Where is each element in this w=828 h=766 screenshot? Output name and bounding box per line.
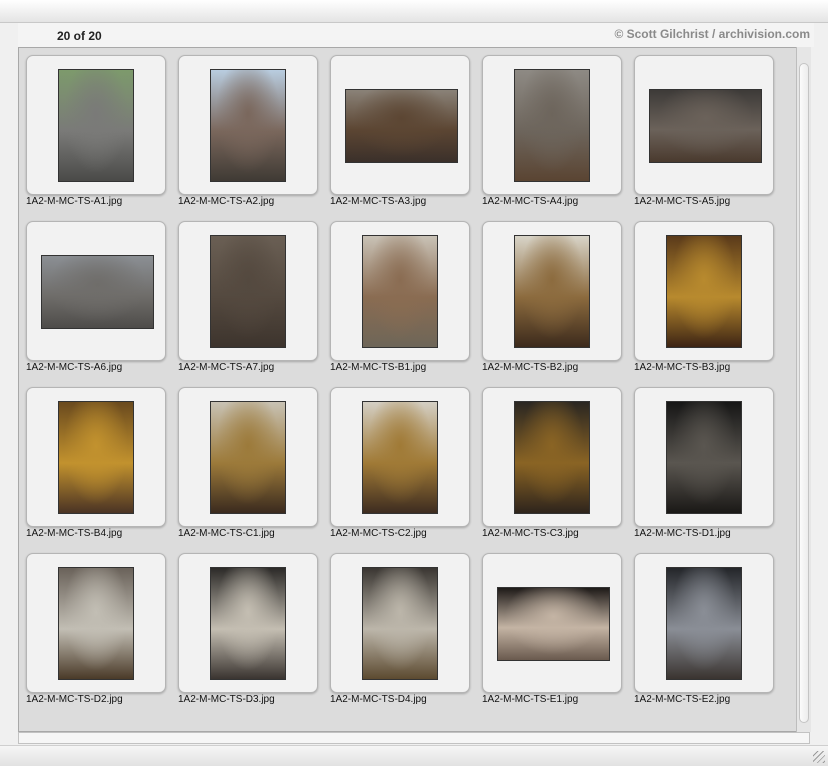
- thumbnail-filename: 1A2-M-MC-TS-D2.jpg: [26, 694, 123, 705]
- slide-frame[interactable]: [178, 387, 318, 527]
- thumbnail-image[interactable]: [345, 89, 458, 163]
- thumbnail-image[interactable]: [58, 567, 134, 680]
- slide-frame[interactable]: [26, 553, 166, 693]
- thumbnail-image[interactable]: [210, 235, 286, 348]
- thumbnail-image[interactable]: [362, 401, 438, 514]
- thumbnail-item[interactable]: 1A2-M-MC-TS-A2.jpg: [178, 55, 318, 213]
- thumbnail-image[interactable]: [362, 567, 438, 680]
- slide-frame[interactable]: [330, 221, 470, 361]
- browser-header: 20 of 20 © Scott Gilchrist / archivision…: [18, 23, 814, 47]
- thumbnail-filename: 1A2-M-MC-TS-A3.jpg: [330, 196, 427, 207]
- thumbnail-item[interactable]: 1A2-M-MC-TS-C1.jpg: [178, 387, 318, 545]
- thumbnail-image[interactable]: [362, 235, 438, 348]
- thumbnail-image[interactable]: [497, 587, 610, 661]
- slide-frame[interactable]: [26, 387, 166, 527]
- slide-frame[interactable]: [482, 55, 622, 195]
- slide-frame[interactable]: [330, 55, 470, 195]
- thumbnail-image[interactable]: [41, 255, 154, 329]
- thumbnail-item[interactable]: 1A2-M-MC-TS-C2.jpg: [330, 387, 470, 545]
- resize-grip-icon[interactable]: [813, 751, 825, 763]
- thumbnail-item[interactable]: 1A2-M-MC-TS-A4.jpg: [482, 55, 622, 213]
- thumbnail-filename: 1A2-M-MC-TS-E2.jpg: [634, 694, 731, 705]
- thumbnail-item[interactable]: 1A2-M-MC-TS-E2.jpg: [634, 553, 774, 711]
- thumbnail-item[interactable]: 1A2-M-MC-TS-D2.jpg: [26, 553, 166, 711]
- slide-frame[interactable]: [330, 387, 470, 527]
- slide-frame[interactable]: [330, 553, 470, 693]
- slide-frame[interactable]: [178, 55, 318, 195]
- thumbnail-filename: 1A2-M-MC-TS-B2.jpg: [482, 362, 579, 373]
- slide-frame[interactable]: [634, 387, 774, 527]
- thumbnail-filename: 1A2-M-MC-TS-A1.jpg: [26, 196, 123, 207]
- vertical-scrollbar[interactable]: [796, 47, 811, 732]
- thumbnail-item[interactable]: 1A2-M-MC-TS-A6.jpg: [26, 221, 166, 379]
- slide-frame[interactable]: [482, 221, 622, 361]
- thumbnail-grid[interactable]: 1A2-M-MC-TS-A1.jpg 1A2-M-MC-TS-A2.jpg 1A2-…: [18, 47, 796, 732]
- image-count: 20 of 20: [57, 29, 102, 43]
- thumbnail-item[interactable]: 1A2-M-MC-TS-E1.jpg: [482, 553, 622, 711]
- slide-frame[interactable]: [178, 553, 318, 693]
- thumbnail-item[interactable]: 1A2-M-MC-TS-A3.jpg: [330, 55, 470, 213]
- thumbnail-item[interactable]: 1A2-M-MC-TS-B4.jpg: [26, 387, 166, 545]
- thumbnail-filename: 1A2-M-MC-TS-A6.jpg: [26, 362, 123, 373]
- thumbnail-filename: 1A2-M-MC-TS-D3.jpg: [178, 694, 275, 705]
- thumbnail-image[interactable]: [210, 567, 286, 680]
- thumbnail-image[interactable]: [514, 401, 590, 514]
- thumbnail-image[interactable]: [666, 567, 742, 680]
- thumbnail-filename: 1A2-M-MC-TS-A5.jpg: [634, 196, 731, 207]
- thumbnail-image[interactable]: [58, 69, 134, 182]
- thumbnail-item[interactable]: 1A2-M-MC-TS-B1.jpg: [330, 221, 470, 379]
- thumbnail-item[interactable]: 1A2-M-MC-TS-D3.jpg: [178, 553, 318, 711]
- window-top-bar: [0, 0, 828, 23]
- vertical-scroll-thumb[interactable]: [799, 63, 809, 723]
- thumbnail-filename: 1A2-M-MC-TS-D4.jpg: [330, 694, 427, 705]
- thumbnail-filename: 1A2-M-MC-TS-A4.jpg: [482, 196, 579, 207]
- thumbnail-image[interactable]: [514, 235, 590, 348]
- thumbnail-filename: 1A2-M-MC-TS-C2.jpg: [330, 528, 427, 539]
- slide-frame[interactable]: [482, 553, 622, 693]
- thumbnail-item[interactable]: 1A2-M-MC-TS-B2.jpg: [482, 221, 622, 379]
- thumbnail-filename: 1A2-M-MC-TS-D1.jpg: [634, 528, 731, 539]
- thumbnail-item[interactable]: 1A2-M-MC-TS-D1.jpg: [634, 387, 774, 545]
- thumbnail-filename: 1A2-M-MC-TS-B3.jpg: [634, 362, 731, 373]
- thumbnail-image[interactable]: [514, 69, 590, 182]
- thumbnail-filename: 1A2-M-MC-TS-B1.jpg: [330, 362, 427, 373]
- thumbnail-filename: 1A2-M-MC-TS-C1.jpg: [178, 528, 275, 539]
- thumbnail-filename: 1A2-M-MC-TS-E1.jpg: [482, 694, 579, 705]
- slide-frame[interactable]: [26, 221, 166, 361]
- slide-frame[interactable]: [634, 221, 774, 361]
- thumbnail-filename: 1A2-M-MC-TS-C3.jpg: [482, 528, 579, 539]
- thumbnail-item[interactable]: 1A2-M-MC-TS-A1.jpg: [26, 55, 166, 213]
- thumbnail-item[interactable]: 1A2-M-MC-TS-A7.jpg: [178, 221, 318, 379]
- thumbnail-image[interactable]: [58, 401, 134, 514]
- thumbnail-item[interactable]: 1A2-M-MC-TS-C3.jpg: [482, 387, 622, 545]
- thumbnail-filename: 1A2-M-MC-TS-B4.jpg: [26, 528, 123, 539]
- copyright-credit: © Scott Gilchrist / archivision.com: [614, 27, 810, 41]
- slide-frame[interactable]: [634, 553, 774, 693]
- thumbnail-filename: 1A2-M-MC-TS-A7.jpg: [178, 362, 275, 373]
- thumbnail-image[interactable]: [210, 401, 286, 514]
- window-bottom-bar: [0, 745, 828, 766]
- thumbnail-image[interactable]: [649, 89, 762, 163]
- slide-frame[interactable]: [482, 387, 622, 527]
- thumbnail-item[interactable]: 1A2-M-MC-TS-B3.jpg: [634, 221, 774, 379]
- thumbnail-image[interactable]: [666, 401, 742, 514]
- slide-frame[interactable]: [178, 221, 318, 361]
- thumbnail-image[interactable]: [666, 235, 742, 348]
- thumbnail-item[interactable]: 1A2-M-MC-TS-A5.jpg: [634, 55, 774, 213]
- slide-frame[interactable]: [634, 55, 774, 195]
- thumbnail-image[interactable]: [210, 69, 286, 182]
- thumbnail-filename: 1A2-M-MC-TS-A2.jpg: [178, 196, 275, 207]
- thumbnail-item[interactable]: 1A2-M-MC-TS-D4.jpg: [330, 553, 470, 711]
- slide-frame[interactable]: [26, 55, 166, 195]
- horizontal-scrollbar[interactable]: [18, 732, 810, 744]
